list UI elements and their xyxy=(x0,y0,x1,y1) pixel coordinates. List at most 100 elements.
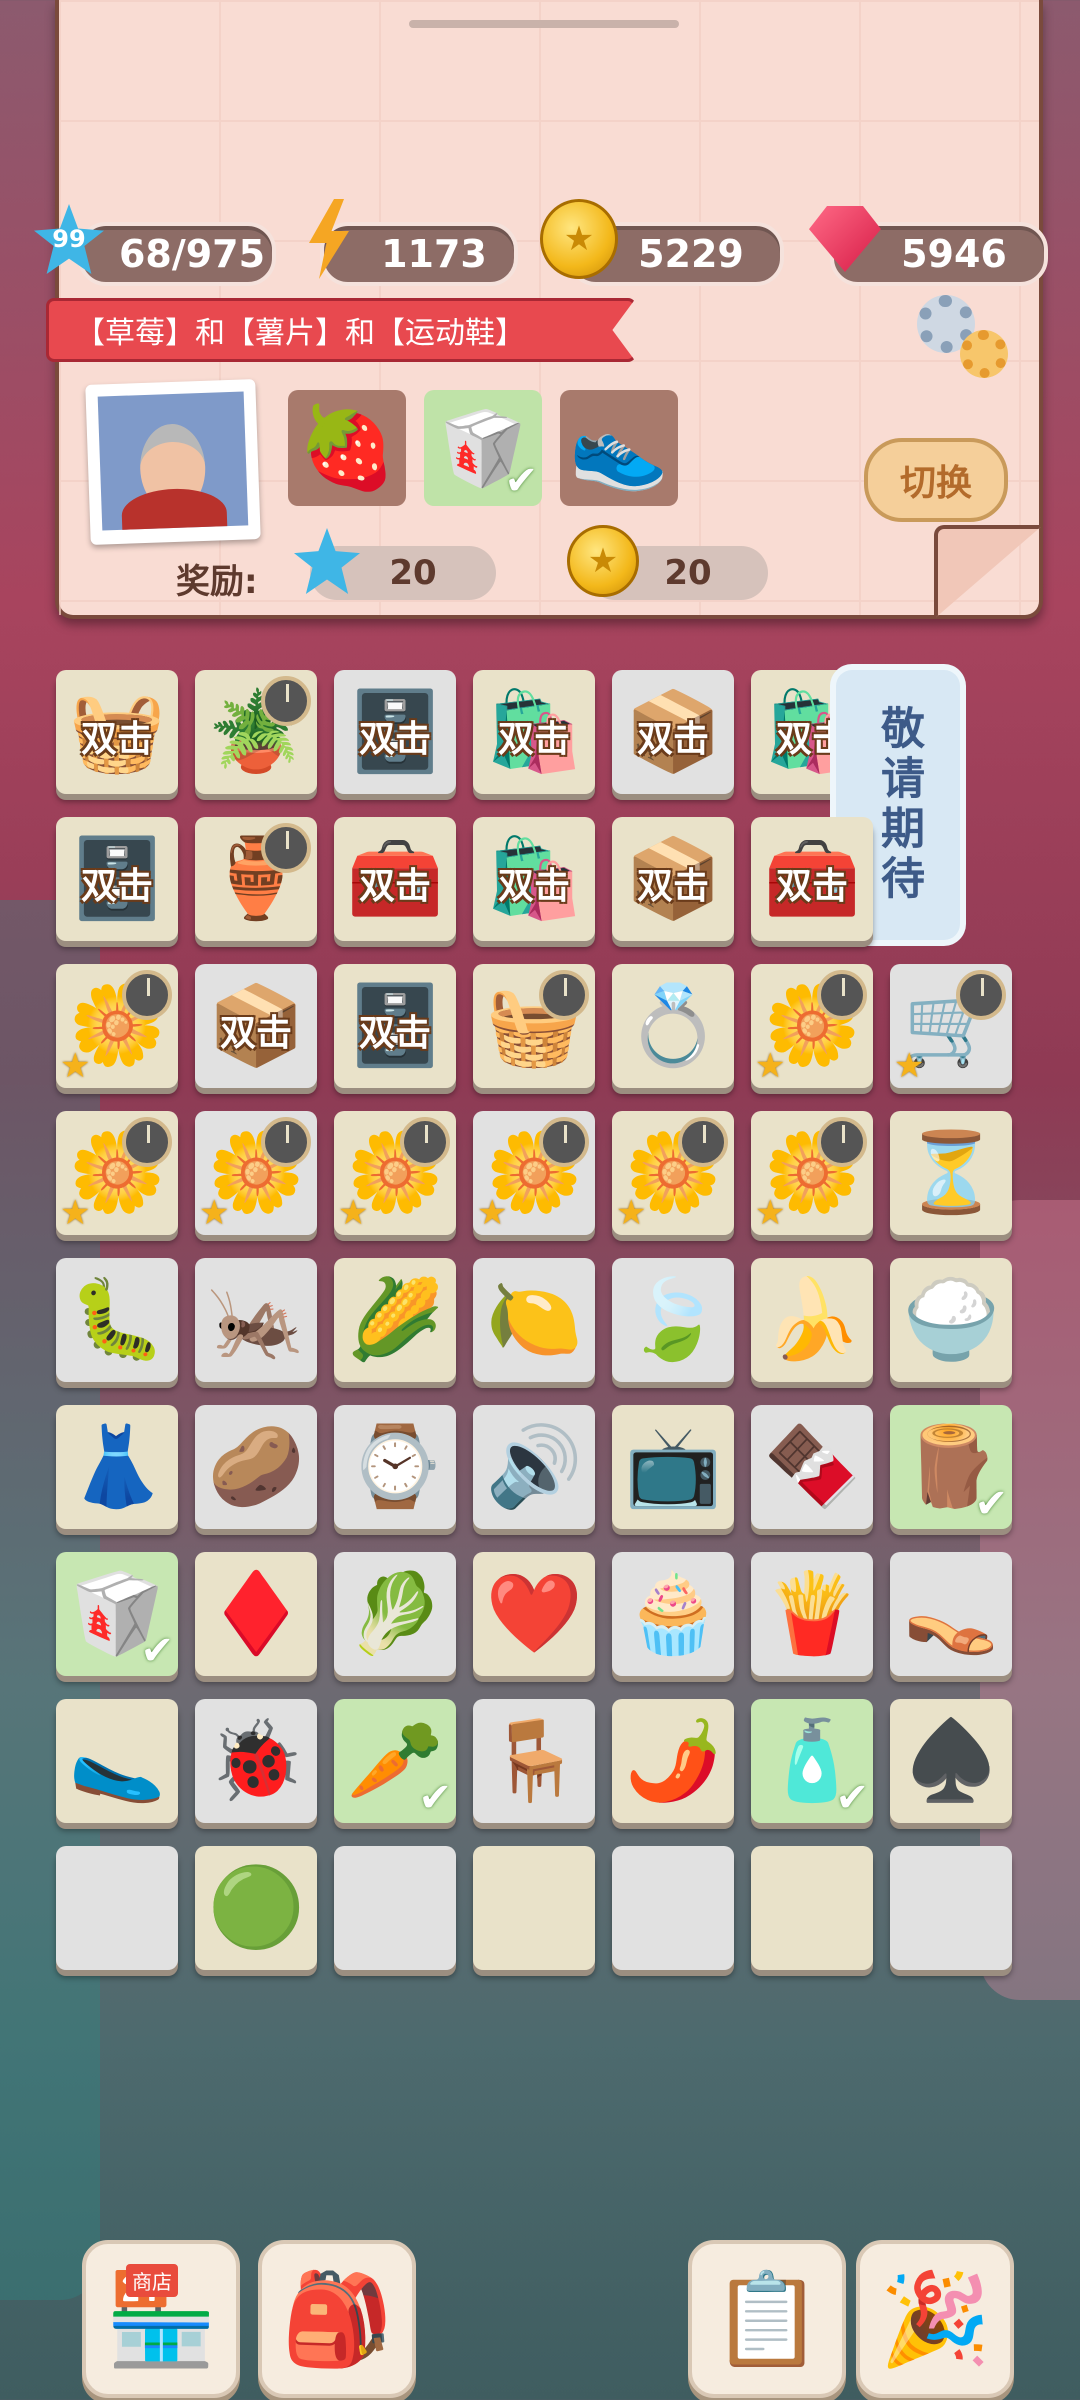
board-cell-empty[interactable] xyxy=(890,1846,1012,1970)
star-icon: ★ xyxy=(60,1046,91,1086)
board-cell[interactable]: 🐛 xyxy=(56,1258,178,1382)
board-cell[interactable]: 🌼 ★ xyxy=(56,1111,178,1235)
star-icon: ★ xyxy=(477,1193,508,1233)
board-cell[interactable]: 🌼 ★ xyxy=(612,1111,734,1235)
order-title-banner: 【草莓】和【薯片】和【运动鞋】 xyxy=(46,298,636,362)
board-cell[interactable]: ⌚ xyxy=(334,1405,456,1529)
reward-label: 奖励: xyxy=(176,562,258,602)
star-icon: ★ xyxy=(755,1193,786,1233)
timer-icon xyxy=(539,1117,589,1167)
board-cell[interactable]: 🥡 ✔ xyxy=(56,1552,178,1676)
board-cell[interactable]: 🥔 xyxy=(195,1405,317,1529)
board-cell[interactable]: 🍫 xyxy=(751,1405,873,1529)
check-icon: ✔ xyxy=(835,1775,869,1821)
star-icon: ★ xyxy=(338,1193,369,1233)
board-cell-empty[interactable] xyxy=(612,1846,734,1970)
level-star-icon: 99 xyxy=(30,200,108,278)
star-icon: ★ xyxy=(199,1193,230,1233)
board-cell[interactable]: 📺 xyxy=(612,1405,734,1529)
reward-star-icon xyxy=(290,524,364,598)
board-cell[interactable]: 🪑 xyxy=(473,1699,595,1823)
board-cell[interactable]: 🌽 xyxy=(334,1258,456,1382)
timer-icon xyxy=(539,970,589,1020)
shop-button[interactable]: 🏪 商店 xyxy=(82,2240,240,2398)
board-cell[interactable]: 🦗 xyxy=(195,1258,317,1382)
board-cell[interactable]: 📦 双击 xyxy=(612,670,734,794)
board-cell[interactable]: 🗄️ 双击 xyxy=(56,817,178,941)
drag-handle[interactable] xyxy=(409,20,679,28)
board-cell[interactable]: ♦️ xyxy=(195,1552,317,1676)
timer-icon xyxy=(122,970,172,1020)
board-cell[interactable]: 🔊 xyxy=(473,1405,595,1529)
check-icon: ✔ xyxy=(418,1775,452,1821)
board-cell[interactable]: 🍚 xyxy=(890,1258,1012,1382)
board-cell[interactable]: 🛍️ 双击 xyxy=(473,817,595,941)
board-cell[interactable]: 🗄️ 双击 xyxy=(334,964,456,1088)
timer-icon xyxy=(261,1117,311,1167)
board-cell[interactable]: 🍌 xyxy=(751,1258,873,1382)
board-cell-empty[interactable] xyxy=(751,1846,873,1970)
board-cell[interactable]: 🌼 ★ xyxy=(56,964,178,1088)
board-cell[interactable]: 🧰 双击 xyxy=(334,817,456,941)
board-cell[interactable]: 🍃 xyxy=(612,1258,734,1382)
star-icon: ★ xyxy=(894,1046,925,1086)
board-cell[interactable]: 🌼 ★ xyxy=(751,1111,873,1235)
settings-gear-icon[interactable] xyxy=(912,290,1012,385)
customer-portrait xyxy=(85,379,261,545)
board-cell[interactable]: ♠️ xyxy=(890,1699,1012,1823)
energy-bolt-icon xyxy=(290,199,368,279)
tasks-button[interactable]: 📋 xyxy=(688,2240,846,2398)
timer-icon xyxy=(261,823,311,873)
timer-icon xyxy=(678,1117,728,1167)
board-cell[interactable]: 👗 xyxy=(56,1405,178,1529)
board-cell[interactable]: 🏺 xyxy=(195,817,317,941)
board-cell[interactable]: 🥕 ✔ xyxy=(334,1699,456,1823)
board-cell-empty[interactable] xyxy=(473,1846,595,1970)
switch-order-button[interactable]: 切换 xyxy=(864,438,1008,522)
clipboard-icon: 📋 xyxy=(710,2266,824,2372)
check-icon: ✔ xyxy=(504,458,538,504)
board-cell[interactable]: 🪵 ✔ xyxy=(890,1405,1012,1529)
party-popper-icon: 🎉 xyxy=(878,2266,992,2372)
board-cell[interactable]: ⏳ xyxy=(890,1111,1012,1235)
timer-icon xyxy=(400,1117,450,1167)
board-cell[interactable]: 🧰 双击 xyxy=(751,817,873,941)
star-icon: ★ xyxy=(616,1193,647,1233)
timer-icon xyxy=(261,676,311,726)
board-cell[interactable]: 📦 双击 xyxy=(612,817,734,941)
board-cell[interactable]: 🟢 xyxy=(195,1846,317,1970)
board-cell[interactable]: 🛒 ★ xyxy=(890,964,1012,1088)
board-cell[interactable]: 🍟 xyxy=(751,1552,873,1676)
board-cell[interactable]: 💍 xyxy=(612,964,734,1088)
board-cell[interactable]: ❤️ xyxy=(473,1552,595,1676)
board-cell[interactable]: 🧺 xyxy=(473,964,595,1088)
board-cell[interactable]: 🪴 xyxy=(195,670,317,794)
board-cell[interactable]: 🥬 xyxy=(334,1552,456,1676)
board-cell[interactable]: 🥿 xyxy=(56,1699,178,1823)
board-cell[interactable]: 🐞 xyxy=(195,1699,317,1823)
board-cell[interactable]: 🌼 ★ xyxy=(334,1111,456,1235)
timer-icon xyxy=(956,970,1006,1020)
order-item-chips: 🥡 ✔ xyxy=(424,390,542,506)
board-cell[interactable]: 🌼 ★ xyxy=(473,1111,595,1235)
board-cell[interactable]: 🧺 双击 xyxy=(56,670,178,794)
backpack-icon: 🎒 xyxy=(280,2266,394,2372)
timer-icon xyxy=(817,970,867,1020)
board-cell[interactable]: 👡 xyxy=(890,1552,1012,1676)
order-item-strawberry: 🍓 xyxy=(288,390,406,506)
order-item-sneakers: 👟 xyxy=(560,390,678,506)
board-cell[interactable]: 🍋 xyxy=(473,1258,595,1382)
board-cell[interactable]: 🌼 ★ xyxy=(751,964,873,1088)
board-cell[interactable]: 🧴 ✔ xyxy=(751,1699,873,1823)
board-cell[interactable]: 🌶️ xyxy=(612,1699,734,1823)
board-cell[interactable]: 📦 双击 xyxy=(195,964,317,1088)
gem-icon xyxy=(806,200,884,278)
board-cell[interactable]: 🧁 xyxy=(612,1552,734,1676)
backpack-button[interactable]: 🎒 xyxy=(258,2240,416,2398)
board-cell[interactable]: 🗄️ 双击 xyxy=(334,670,456,794)
board-cell[interactable]: 🛍️ 双击 xyxy=(473,670,595,794)
board-cell[interactable]: 🌼 ★ xyxy=(195,1111,317,1235)
events-button[interactable]: 🎉 xyxy=(856,2240,1014,2398)
board-cell-empty[interactable] xyxy=(56,1846,178,1970)
board-cell-empty[interactable] xyxy=(334,1846,456,1970)
